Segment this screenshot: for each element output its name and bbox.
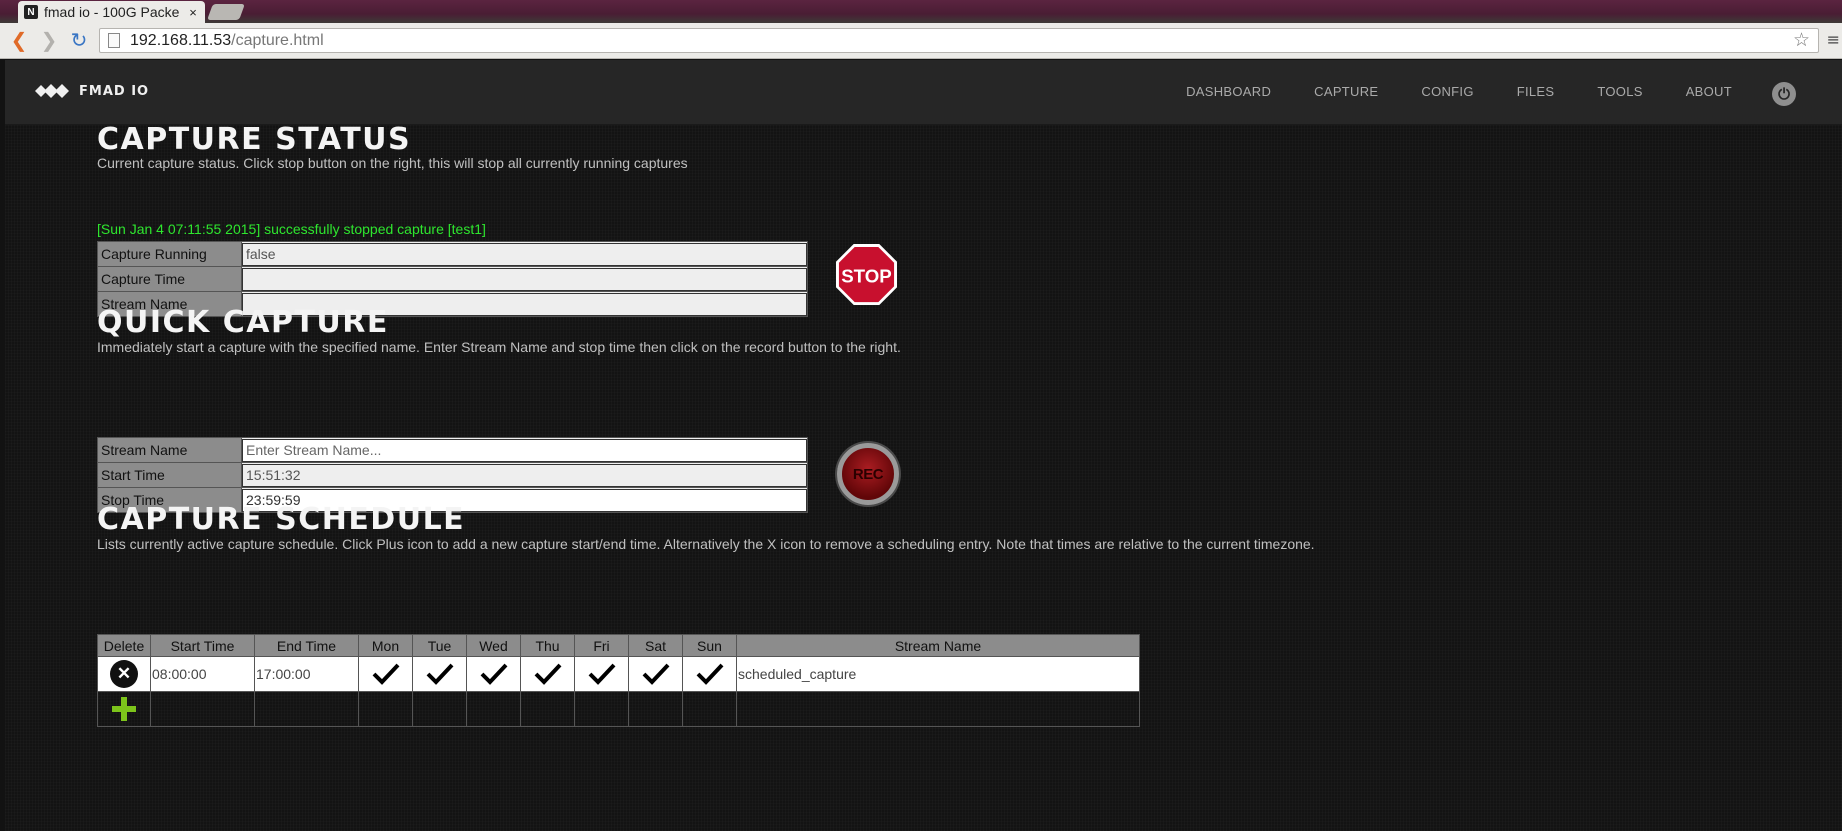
schedule-stream-name[interactable]: scheduled_capture — [736, 656, 1140, 692]
schedule-header-row: Delete Start Time End Time Mon Tue Wed T… — [97, 634, 1140, 657]
record-button[interactable]: REC — [837, 443, 899, 505]
delete-x-icon[interactable]: ✕ — [110, 660, 138, 688]
quick-capture-title: QUICK CAPTURE — [97, 305, 389, 340]
check-icon[interactable] — [467, 663, 520, 685]
back-icon[interactable]: ❮ — [8, 29, 30, 51]
app-page: FMAD IO DASHBOARD CAPTURE CONFIG FILES T… — [5, 60, 1842, 831]
status-label: Capture Time — [97, 266, 242, 292]
col-header-fri: Fri — [574, 634, 629, 657]
col-header-stream-name: Stream Name — [736, 634, 1140, 657]
capture-status-title: CAPTURE STATUS — [97, 122, 412, 157]
quick-capture-description: Immediately start a capture with the spe… — [97, 339, 901, 355]
capture-running-field — [242, 242, 807, 266]
logo[interactable]: FMAD IO — [35, 83, 149, 99]
browser-toolbar: ❮ ❯ ↻ 192.168.11.53/capture.html ☆ ≡ — [0, 23, 1842, 59]
col-header-start-time: Start Time — [150, 634, 255, 657]
nav-about[interactable]: ABOUT — [1686, 84, 1732, 99]
nav-dashboard[interactable]: DASHBOARD — [1186, 84, 1271, 99]
capture-time-field — [242, 267, 807, 291]
col-header-wed: Wed — [466, 634, 521, 657]
quick-label: Stream Name — [97, 437, 242, 463]
col-header-end-time: End Time — [254, 634, 359, 657]
nav-config[interactable]: CONFIG — [1421, 84, 1473, 99]
quick-row: Stream Name — [97, 437, 808, 463]
col-header-delete: Delete — [97, 634, 151, 657]
col-header-sun: Sun — [682, 634, 737, 657]
browser-tab[interactable]: N fmad io - 100G Packe × — [18, 1, 205, 23]
empty-cell — [254, 691, 359, 727]
empty-cell — [628, 691, 683, 727]
empty-cell — [466, 691, 521, 727]
check-icon[interactable] — [359, 663, 412, 685]
forward-icon[interactable]: ❯ — [38, 29, 60, 51]
reload-icon[interactable]: ↻ — [68, 29, 90, 51]
favicon-icon: N — [24, 5, 38, 19]
stream-name-input[interactable] — [242, 438, 807, 462]
logo-text: FMAD IO — [79, 83, 150, 99]
nav-files[interactable]: FILES — [1517, 84, 1555, 99]
empty-cell — [574, 691, 629, 727]
address-bar[interactable]: 192.168.11.53/capture.html ☆ — [99, 28, 1819, 53]
start-time-input[interactable] — [242, 463, 807, 487]
empty-cell — [150, 691, 255, 727]
schedule-start-time[interactable]: 08:00:00 — [150, 656, 255, 692]
check-icon[interactable] — [629, 663, 682, 685]
top-navbar: FMAD IO DASHBOARD CAPTURE CONFIG FILES T… — [5, 60, 1842, 125]
stop-button[interactable]: STOP — [835, 243, 898, 306]
power-icon[interactable]: ⏻ — [1772, 82, 1796, 106]
url-path: /capture.html — [231, 31, 324, 49]
empty-cell — [520, 691, 575, 727]
schedule-table: Delete Start Time End Time Mon Tue Wed T… — [97, 634, 1140, 727]
quick-row: Start Time — [97, 462, 808, 488]
tab-close-icon[interactable]: × — [185, 5, 201, 20]
empty-cell — [736, 691, 1140, 727]
check-icon[interactable] — [413, 663, 466, 685]
check-icon[interactable] — [575, 663, 628, 685]
col-header-thu: Thu — [520, 634, 575, 657]
capture-schedule-title: CAPTURE SCHEDULE — [97, 502, 466, 537]
status-row: Capture Time — [97, 266, 808, 292]
capture-status-description: Current capture status. Click stop butto… — [97, 155, 688, 171]
bookmark-star-icon[interactable]: ☆ — [1793, 29, 1810, 52]
empty-cell — [682, 691, 737, 727]
browser-tab-bar: N fmad io - 100G Packe × — [0, 0, 1842, 23]
quick-label: Start Time — [97, 462, 242, 488]
rec-label: REC — [852, 465, 884, 483]
col-header-mon: Mon — [358, 634, 413, 657]
empty-cell — [358, 691, 413, 727]
stop-label: STOP — [841, 265, 892, 286]
status-label: Capture Running — [97, 241, 242, 267]
status-message: [Sun Jan 4 07:11:55 2015] successfully s… — [97, 221, 486, 237]
col-header-tue: Tue — [412, 634, 467, 657]
fmad-logo-icon — [35, 84, 69, 98]
url-host: 192.168.11.53 — [130, 31, 232, 49]
col-header-sat: Sat — [628, 634, 683, 657]
add-row — [97, 691, 1140, 727]
nav-tools[interactable]: TOOLS — [1597, 84, 1642, 99]
tab-title: fmad io - 100G Packe — [44, 4, 180, 20]
empty-cell — [412, 691, 467, 727]
schedule-end-time[interactable]: 17:00:00 — [254, 656, 359, 692]
new-tab-button[interactable] — [207, 4, 245, 20]
check-icon[interactable] — [521, 663, 574, 685]
page-icon — [108, 33, 120, 48]
nav-capture[interactable]: CAPTURE — [1314, 84, 1378, 99]
browser-menu-icon[interactable]: ≡ — [1827, 30, 1840, 49]
table-row: ✕ 08:00:00 17:00:00 scheduled_capture — [97, 656, 1140, 692]
capture-schedule-description: Lists currently active capture schedule.… — [97, 536, 1315, 552]
nav-links: DASHBOARD CAPTURE CONFIG FILES TOOLS ABO… — [1143, 84, 1732, 99]
check-icon[interactable] — [683, 663, 736, 685]
status-row: Capture Running — [97, 241, 808, 267]
plus-icon[interactable] — [98, 695, 150, 723]
